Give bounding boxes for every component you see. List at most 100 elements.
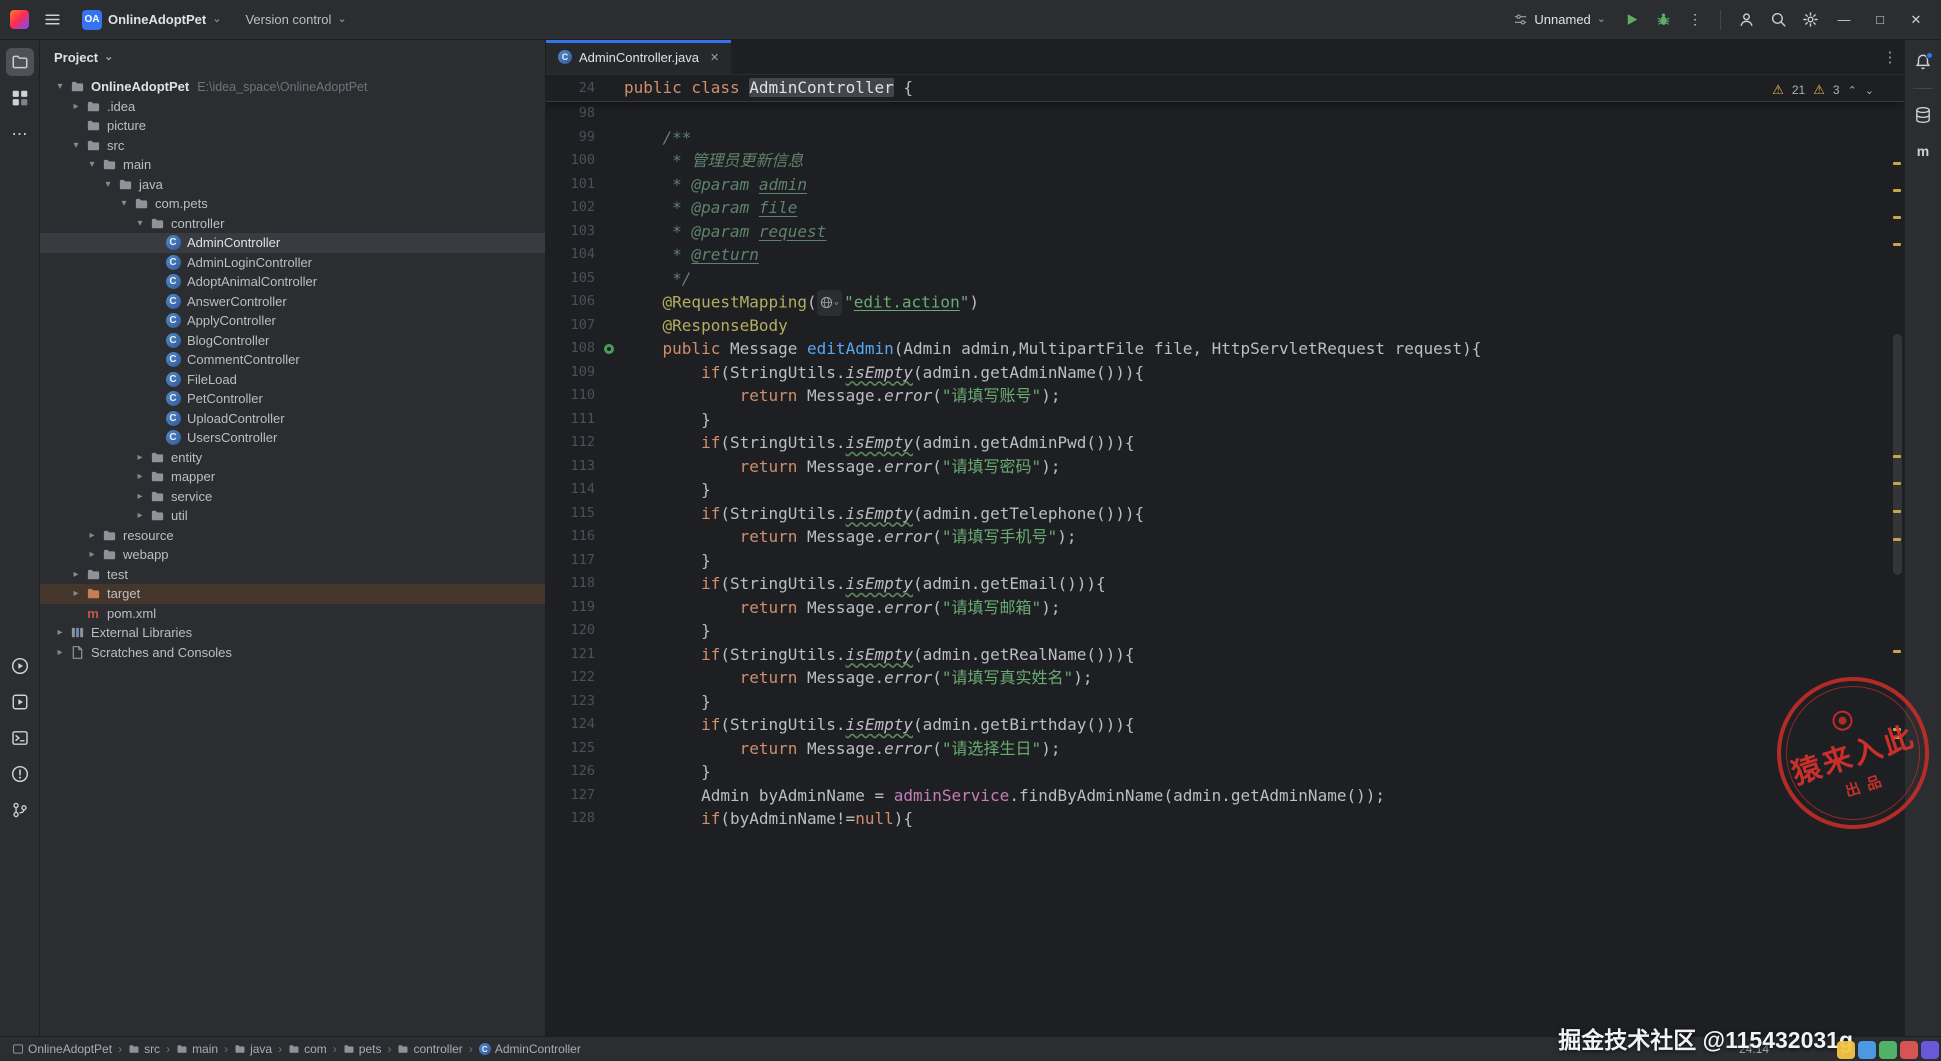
project-panel-header[interactable]: Project ⌄ (40, 40, 545, 75)
warning-stripe-mark[interactable] (1893, 454, 1901, 458)
chevron-right-icon[interactable]: ▸ (52, 647, 68, 658)
tree-item-.idea[interactable]: ▸ .idea (40, 97, 545, 117)
terminal-icon[interactable] (6, 724, 34, 752)
tree-item-adminlogincontroller[interactable]: C AdminLoginController (40, 253, 545, 273)
breadcrumb-item[interactable]: java (234, 1042, 272, 1056)
url-mapping-icon[interactable]: ⌄ (816, 290, 843, 316)
code-line[interactable]: 102 * @param file (546, 196, 1904, 220)
code-with-me-icon[interactable] (1733, 7, 1759, 33)
breadcrumb-item[interactable]: OnlineAdoptPet (12, 1042, 112, 1056)
code-line[interactable]: 120 } (546, 619, 1904, 643)
chevron-right-icon[interactable]: ▸ (84, 530, 100, 541)
code-line[interactable]: 112 if(StringUtils.isEmpty(admin.getAdmi… (546, 431, 1904, 455)
maximize-button[interactable]: □ (1865, 6, 1895, 34)
tree-item-commentcontroller[interactable]: C CommentController (40, 350, 545, 370)
warning-stripe-mark[interactable] (1893, 189, 1901, 193)
code-line[interactable]: 105 */ (546, 267, 1904, 291)
chevron-right-icon[interactable]: ▸ (132, 471, 148, 482)
code-line[interactable]: 110 return Message.error("请填写账号"); (546, 384, 1904, 408)
code-line[interactable]: 99 /** (546, 126, 1904, 150)
editor-tab[interactable]: C AdminController.java ✕ (546, 40, 732, 74)
chevron-down-icon[interactable]: ▾ (84, 159, 100, 170)
tree-item-uploadcontroller[interactable]: C UploadController (40, 409, 545, 429)
code-line[interactable]: 24 public class AdminController { (546, 75, 1904, 101)
git-icon[interactable] (6, 796, 34, 824)
settings-icon[interactable] (1797, 7, 1823, 33)
code-line[interactable]: 108 public Message editAdmin(Admin admin… (546, 337, 1904, 361)
tree-item-admincontroller[interactable]: C AdminController (40, 233, 545, 253)
code-line[interactable]: 119 return Message.error("请填写邮箱"); (546, 596, 1904, 620)
tree-item-src[interactable]: ▾ src (40, 136, 545, 156)
breadcrumb-item[interactable]: C AdminController (478, 1042, 581, 1056)
tree-item-test[interactable]: ▸ test (40, 565, 545, 585)
code-line[interactable]: 117 } (546, 549, 1904, 573)
code-line[interactable]: 111 } (546, 408, 1904, 432)
inspections-widget[interactable]: ⚠ 21 ⚠ 3 ⌃ ⌄ (1764, 80, 1882, 100)
tree-item-userscontroller[interactable]: C UsersController (40, 428, 545, 448)
project-icon[interactable] (5, 48, 34, 76)
chevron-down-icon[interactable]: ▾ (132, 218, 148, 229)
chevron-right-icon[interactable]: ▸ (132, 510, 148, 521)
code-line[interactable]: 113 return Message.error("请填写密码"); (546, 455, 1904, 479)
tree-item-external-libraries[interactable]: ▸ External Libraries (40, 623, 545, 643)
main-menu-icon[interactable] (39, 7, 65, 33)
tree-item-main[interactable]: ▾ main (40, 155, 545, 175)
tree-item-applycontroller[interactable]: C ApplyController (40, 311, 545, 331)
tree-item-adoptanimalcontroller[interactable]: C AdoptAnimalController (40, 272, 545, 292)
services-icon[interactable] (6, 688, 34, 716)
code-line[interactable]: 107 @ResponseBody (546, 314, 1904, 338)
tree-item-scratches-and-consoles[interactable]: ▸ Scratches and Consoles (40, 643, 545, 663)
tree-item-util[interactable]: ▸ util (40, 506, 545, 526)
chevron-down-icon[interactable]: ▾ (68, 140, 84, 151)
spring-gutter-icon[interactable] (600, 341, 618, 357)
tree-item-target[interactable]: ▸ target (40, 584, 545, 604)
tree-item-webapp[interactable]: ▸ webapp (40, 545, 545, 565)
code-line[interactable]: 115 if(StringUtils.isEmpty(admin.getTele… (546, 502, 1904, 526)
tree-item-blogcontroller[interactable]: C BlogController (40, 331, 545, 351)
maven-icon[interactable]: m (1909, 137, 1937, 165)
sticky-line[interactable]: 24 public class AdminController { (546, 75, 1904, 102)
tab-close-icon[interactable]: ✕ (710, 51, 719, 64)
tab-options-icon[interactable]: ⋮ (1876, 48, 1904, 66)
warning-stripe-mark[interactable] (1893, 482, 1901, 486)
chevron-right-icon[interactable]: ▸ (68, 101, 84, 112)
more-actions-icon[interactable]: ⋮ (1682, 7, 1708, 33)
code-line[interactable]: 122 return Message.error("请填写真实姓名"); (546, 666, 1904, 690)
chevron-right-icon[interactable]: ▸ (84, 549, 100, 560)
code-line[interactable]: 106 @RequestMapping(⌄ "edit.action") (546, 290, 1904, 316)
chevron-right-icon[interactable]: ▸ (132, 491, 148, 502)
tree-item-mapper[interactable]: ▸ mapper (40, 467, 545, 487)
breadcrumb-item[interactable]: src (128, 1042, 160, 1056)
code-line[interactable]: 123 } (546, 690, 1904, 714)
database-icon[interactable] (1909, 101, 1937, 129)
tree-item-fileload[interactable]: C FileLoad (40, 370, 545, 390)
code-line[interactable]: 118 if(StringUtils.isEmpty(admin.getEmai… (546, 572, 1904, 596)
warning-stripe-mark[interactable] (1893, 538, 1901, 542)
tree-item-controller[interactable]: ▾ controller (40, 214, 545, 234)
prev-problem-icon[interactable]: ⌃ (1848, 84, 1857, 97)
tree-item-onlineadoptpet[interactable]: ▾ OnlineAdoptPet E:\idea_space\OnlineAdopt… (40, 77, 545, 97)
code-area[interactable]: 24 public class AdminController { 98 99 /*… (546, 75, 1904, 1036)
warning-stripe-mark[interactable] (1893, 510, 1901, 514)
chevron-right-icon[interactable]: ▸ (132, 452, 148, 463)
chevron-right-icon[interactable]: ▸ (68, 569, 84, 580)
tree-item-petcontroller[interactable]: C PetController (40, 389, 545, 409)
chevron-down-icon[interactable]: ▾ (116, 198, 132, 209)
run-icon[interactable] (6, 652, 34, 680)
debug-button[interactable] (1650, 7, 1676, 33)
code-line[interactable]: 109 if(StringUtils.isEmpty(admin.getAdmi… (546, 361, 1904, 385)
code-line[interactable]: 98 (546, 102, 1904, 126)
code-line[interactable]: 124 if(StringUtils.isEmpty(admin.getBirt… (546, 713, 1904, 737)
code-line[interactable]: 101 * @param admin (546, 173, 1904, 197)
problems-icon[interactable] (6, 760, 34, 788)
tree-item-answercontroller[interactable]: C AnswerController (40, 292, 545, 312)
breadcrumb-item[interactable]: pets (343, 1042, 381, 1056)
close-button[interactable]: ✕ (1901, 6, 1931, 34)
structure-icon[interactable] (6, 84, 34, 112)
run-configuration-widget[interactable]: Unnamed ⌄ (1507, 9, 1612, 30)
next-problem-icon[interactable]: ⌄ (1865, 84, 1874, 97)
breadcrumb-item[interactable]: main (176, 1042, 218, 1056)
tree-item-entity[interactable]: ▸ entity (40, 448, 545, 468)
code-line[interactable]: 116 return Message.error("请填写手机号"); (546, 525, 1904, 549)
code-line[interactable]: 103 * @param request (546, 220, 1904, 244)
